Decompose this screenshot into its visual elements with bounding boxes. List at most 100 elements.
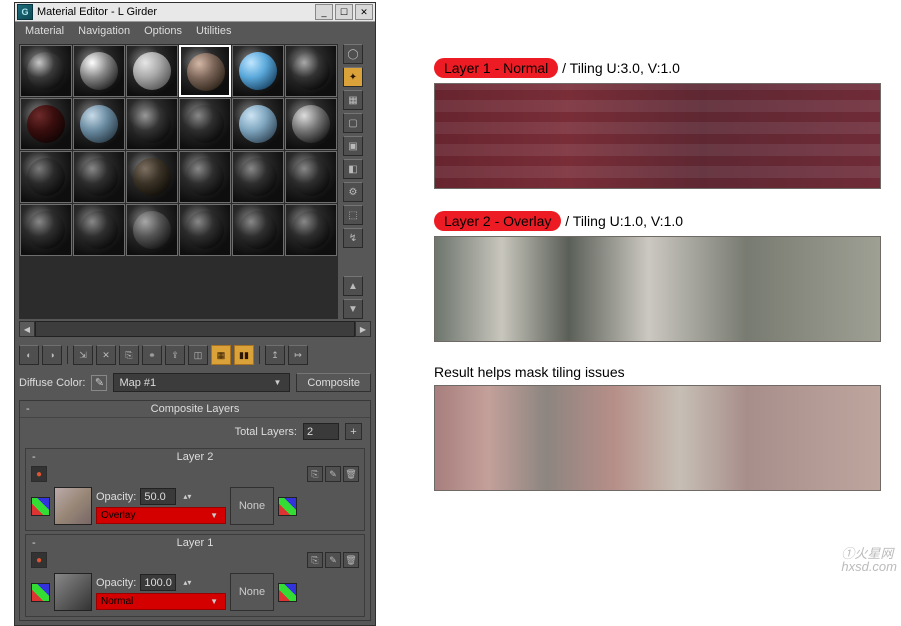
material-slot[interactable] [179,98,231,150]
material-slot[interactable] [20,45,72,97]
material-map-nav-icon[interactable]: ↯ [343,228,363,248]
sample-type-icon[interactable]: ◯ [343,44,363,64]
collapse-icon[interactable]: - [32,451,36,463]
material-slot[interactable] [179,151,231,203]
titlebar[interactable]: G Material Editor - L Girder _ ☐ ✕ [15,3,375,22]
assign-material-icon[interactable]: ⇲ [73,345,93,365]
reset-map-icon[interactable]: ✕ [96,345,116,365]
hscroll-track[interactable] [35,321,355,337]
menu-options[interactable]: Options [144,25,182,37]
sample-uv-icon[interactable]: ▢ [343,113,363,133]
chevron-down-icon[interactable]: ▼ [271,378,285,387]
spinner-arrows-icon[interactable]: ▴▾ [180,578,194,587]
make-unique-icon[interactable]: ⚭ [142,345,162,365]
minimize-button[interactable]: _ [315,4,333,20]
main-toolbar: ◐ ◑ ⇲ ✕ ⎘ ⚭ ⇪ ◫ ▦ ▮▮ ↥ ↦ [19,345,371,365]
material-slot[interactable] [126,98,178,150]
preview-icon[interactable]: ◧ [343,159,363,179]
material-slot[interactable] [232,204,284,256]
color-correct-icon[interactable] [31,583,50,602]
material-slot[interactable] [285,204,337,256]
material-slot[interactable] [179,204,231,256]
material-slot[interactable] [20,151,72,203]
collapse-icon[interactable]: - [26,403,30,415]
map-name-dropdown[interactable]: Map #1▼ [113,373,290,392]
video-color-icon[interactable]: ▣ [343,136,363,156]
material-slot[interactable] [20,98,72,150]
spinner-arrows-icon[interactable]: ▴▾ [180,492,194,501]
make-copy-icon[interactable]: ⎘ [119,345,139,365]
hscroll-left-icon[interactable]: ◀ [19,321,35,337]
options-icon[interactable]: ⚙ [343,182,363,202]
go-to-parent-icon[interactable]: ↥ [265,345,285,365]
material-slot[interactable] [126,151,178,203]
material-slot[interactable] [232,45,284,97]
material-slot[interactable] [285,151,337,203]
map-type-button[interactable]: Composite [296,373,371,392]
blend-mode-dropdown[interactable]: Normal▼ [96,593,226,610]
material-id-icon[interactable]: ◫ [188,345,208,365]
background-icon[interactable]: ▦ [343,90,363,110]
rename-layer-icon[interactable]: ✎ [325,552,341,568]
hscroll: ◀ ▶ [19,321,371,337]
material-slot[interactable] [73,45,125,97]
mask-color-correct-icon[interactable] [278,497,297,516]
backlight-icon[interactable]: ✦ [343,67,363,87]
chevron-down-icon[interactable]: ▼ [207,511,221,520]
rename-layer-icon[interactable]: ✎ [325,466,341,482]
opacity-spinner[interactable]: 50.0 [140,488,176,505]
put-to-scene-icon[interactable]: ◑ [42,345,62,365]
put-to-library-icon[interactable]: ⇪ [165,345,185,365]
visibility-icon[interactable]: ● [31,466,47,482]
get-material-icon[interactable]: ◐ [19,345,39,365]
show-map-viewport-icon[interactable]: ▦ [211,345,231,365]
material-slot[interactable] [126,45,178,97]
texture-thumb-button[interactable] [54,487,92,525]
material-slot[interactable] [73,98,125,150]
layer-header[interactable]: -Layer 2 [26,449,364,464]
close-button[interactable]: ✕ [355,4,373,20]
menu-material[interactable]: Material [25,25,64,37]
material-slot[interactable] [232,98,284,150]
material-slot[interactable] [20,204,72,256]
go-forward-icon[interactable]: ↦ [288,345,308,365]
material-slot[interactable] [285,98,337,150]
color-correct-icon[interactable] [31,497,50,516]
delete-layer-icon[interactable]: 🗑 [343,552,359,568]
delete-layer-icon[interactable]: 🗑 [343,466,359,482]
texture-thumb-button[interactable] [54,573,92,611]
material-slot-selected[interactable] [179,45,231,97]
menu-navigation[interactable]: Navigation [78,25,130,37]
menu-utilities[interactable]: Utilities [196,25,231,37]
param-row: Diffuse Color: ✎ Map #1▼ Composite [19,373,371,392]
material-slot[interactable] [285,45,337,97]
layer1-texture-preview [434,83,881,189]
material-slots-grid [19,44,338,319]
collapse-icon[interactable]: - [32,537,36,549]
duplicate-layer-icon[interactable]: ⎘ [307,466,323,482]
opacity-spinner[interactable]: 100.0 [140,574,176,591]
show-end-result-icon[interactable]: ▮▮ [234,345,254,365]
duplicate-layer-icon[interactable]: ⎘ [307,552,323,568]
maximize-button[interactable]: ☐ [335,4,353,20]
material-slot[interactable] [73,151,125,203]
eyedropper-icon[interactable]: ✎ [91,375,107,391]
annotation-panel: Layer 1 - Normal / Tiling U:3.0, V:1.0 L… [434,58,882,513]
layer-header[interactable]: -Layer 1 [26,535,364,550]
material-slot[interactable] [73,204,125,256]
chevron-down-icon[interactable]: ▼ [207,597,221,606]
total-layers-spinner[interactable]: 2 [303,423,339,440]
blend-mode-dropdown[interactable]: Overlay▼ [96,507,226,524]
add-layer-button[interactable]: + [345,423,362,440]
mask-map-button[interactable]: None [230,573,274,611]
material-slot[interactable] [232,151,284,203]
mask-map-button[interactable]: None [230,487,274,525]
rollup-header[interactable]: -Composite Layers [20,401,370,418]
visibility-icon[interactable]: ● [31,552,47,568]
mask-color-correct-icon[interactable] [278,583,297,602]
hscroll-right-icon[interactable]: ▶ [355,321,371,337]
select-by-material-icon[interactable]: ⬚ [343,205,363,225]
vscroll-down-icon[interactable]: ▼ [343,299,363,319]
material-slot[interactable] [126,204,178,256]
vscroll-up-icon[interactable]: ▲ [343,276,363,296]
